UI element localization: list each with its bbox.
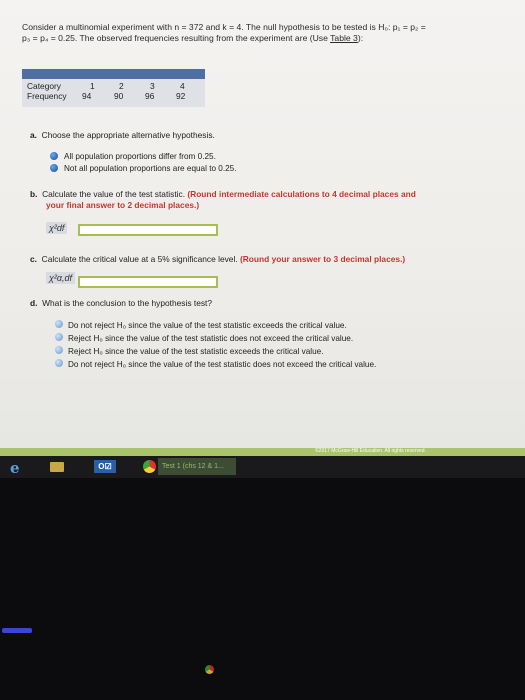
question-a: a. Choose the appropriate alternative hy… [30, 130, 215, 140]
outlook-icon[interactable]: O☑ [94, 460, 116, 473]
table-3-link[interactable]: Table 3 [330, 33, 358, 43]
chi-square-df-symbol: χ²df [46, 222, 68, 234]
problem-statement: Consider a multinomial experiment with n… [22, 22, 426, 44]
option-a1-label: All population proportions differ from 0… [64, 152, 216, 161]
question-b: b. Calculate the value of the test stati… [30, 189, 416, 199]
critical-value-input[interactable] [78, 276, 218, 288]
radio-option-a2[interactable] [50, 164, 58, 172]
frequency-table: Category Frequency 1 2 3 4 94 90 96 92 [22, 69, 205, 107]
chrome-reflection-icon [205, 665, 214, 674]
frequency-cell: 96 [145, 91, 155, 101]
frequency-cell: 92 [176, 91, 186, 101]
option-a2-label: Not all population proportions are equal… [64, 164, 237, 173]
option-d1-label: Do not reject H₀ since the value of the … [68, 321, 347, 330]
category-row-label: Category [27, 81, 61, 91]
table-header-bar [22, 69, 205, 79]
taskbar [0, 456, 525, 478]
frequency-row-label: Frequency [27, 91, 67, 101]
radio-option-d2[interactable] [55, 333, 63, 341]
option-d3-label: Reject H₀ since the value of the test st… [68, 347, 324, 356]
problem-line-1: Consider a multinomial experiment with n… [22, 22, 426, 32]
question-c: c. Calculate the critical value at a 5% … [30, 254, 406, 264]
category-cell: 4 [180, 81, 185, 91]
radio-option-d1[interactable] [55, 320, 63, 328]
option-d2-label: Reject H₀ since the value of the test st… [68, 334, 354, 343]
frequency-cell: 90 [114, 91, 124, 101]
internet-explorer-icon[interactable]: e [10, 459, 20, 477]
footer-bar [0, 448, 525, 456]
chi-square-critical-symbol: χ²α,df [46, 272, 76, 284]
problem-line-2: p₃ = p₄ = 0.25. The observed frequencies… [22, 33, 364, 43]
option-d4-label: Do not reject H₀ since the value of the … [68, 360, 377, 369]
screen: Consider a multinomial experiment with n… [0, 0, 525, 700]
file-explorer-icon[interactable] [50, 462, 64, 472]
screen-reflection [2, 628, 32, 633]
test-statistic-input[interactable] [78, 224, 218, 236]
category-cell: 2 [119, 81, 124, 91]
question-page: Consider a multinomial experiment with n… [0, 0, 525, 448]
radio-option-d3[interactable] [55, 346, 63, 354]
category-cell: 3 [150, 81, 155, 91]
radio-option-a1[interactable] [50, 152, 58, 160]
chrome-icon[interactable] [143, 460, 156, 473]
frequency-cell: 94 [82, 91, 92, 101]
question-b-note: your final answer to 2 decimal places.) [46, 200, 200, 210]
radio-option-d4[interactable] [55, 359, 63, 367]
category-cell: 1 [90, 81, 95, 91]
taskbar-chrome-window[interactable]: Test 1 (chs 12 & 1... [158, 458, 236, 475]
copyright-text: ©2017 McGraw-Hill Education. All rights … [315, 448, 426, 454]
question-d: d. What is the conclusion to the hypothe… [30, 298, 213, 308]
